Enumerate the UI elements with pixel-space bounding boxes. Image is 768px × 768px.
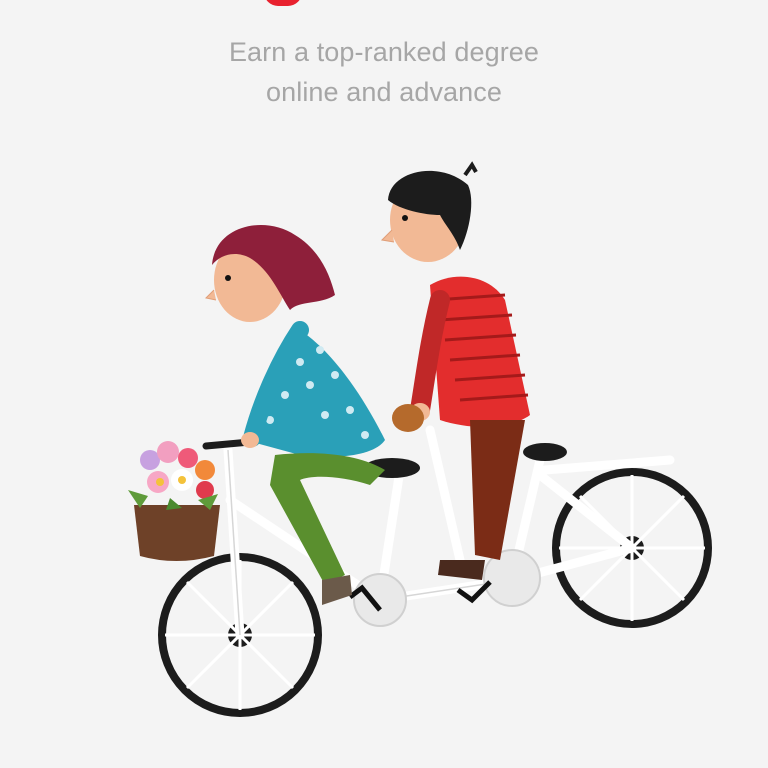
tagline-line-2: online and advance xyxy=(266,77,502,107)
flower-basket xyxy=(128,441,220,561)
hero-tagline: Earn a top-ranked degree online and adva… xyxy=(0,32,768,112)
promo-screen: Earn a top-ranked degree online and adva… xyxy=(0,0,768,768)
tandem-bicycle-illustration xyxy=(128,161,712,717)
front-chainring xyxy=(353,573,407,627)
man-rider xyxy=(380,161,530,580)
tagline-line-1: Earn a top-ranked degree xyxy=(228,37,540,67)
rear-saddle xyxy=(523,443,567,461)
brand-logo-fragment xyxy=(264,0,302,6)
